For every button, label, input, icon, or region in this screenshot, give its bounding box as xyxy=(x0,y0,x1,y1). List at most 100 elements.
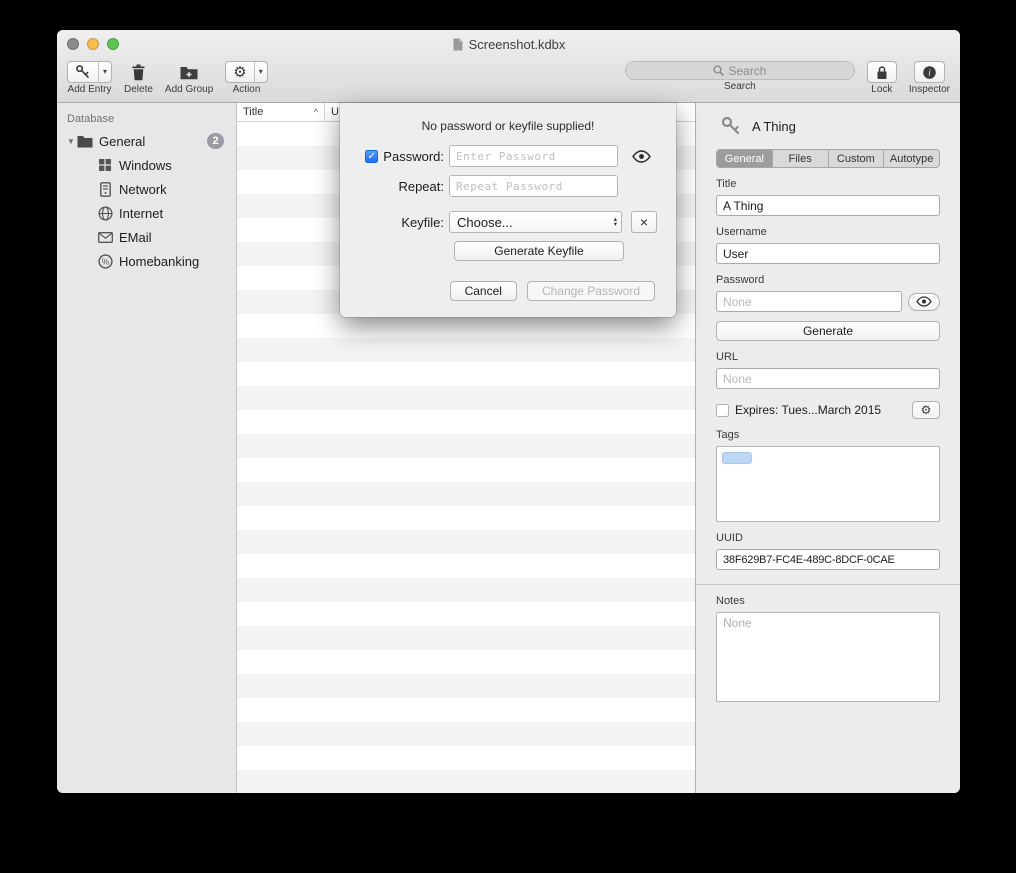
clear-keyfile-button[interactable]: × xyxy=(631,211,657,233)
close-button[interactable] xyxy=(67,38,79,50)
lock-button[interactable] xyxy=(867,61,897,83)
add-group-label: Add Group xyxy=(165,84,213,95)
tag-chip[interactable] xyxy=(722,452,752,464)
password-checkbox[interactable]: ✓ xyxy=(365,150,378,163)
globe-icon xyxy=(97,205,113,221)
add-entry-dropdown[interactable]: ▾ xyxy=(98,62,111,82)
title-field-label: Title xyxy=(716,178,940,190)
tab-files[interactable]: Files xyxy=(773,150,829,167)
uuid-field-label: UUID xyxy=(716,532,940,544)
folder-icon xyxy=(77,133,93,149)
delete-button[interactable] xyxy=(127,61,150,83)
sidebar-item-general[interactable]: ▼ General 2 xyxy=(57,129,236,153)
close-x-icon: × xyxy=(640,215,648,229)
username-input[interactable] xyxy=(716,243,940,264)
sidebar-item-email[interactable]: EMail xyxy=(57,225,236,249)
action-dropdown[interactable]: ▾ xyxy=(254,62,267,82)
toolbar: ▾ Add Entry Delete xyxy=(57,58,960,102)
add-group-button[interactable] xyxy=(176,61,202,83)
expires-label: Expires: Tues...March 2015 xyxy=(735,403,881,417)
gear-icon: ⚙ xyxy=(226,62,253,82)
traffic-lights xyxy=(67,38,119,50)
username-field-label: Username xyxy=(716,226,940,238)
eye-icon xyxy=(632,150,651,163)
folder-plus-icon xyxy=(180,65,198,80)
minimize-button[interactable] xyxy=(87,38,99,50)
action-button[interactable]: ⚙ ▾ xyxy=(225,61,267,83)
tab-general[interactable]: General xyxy=(717,150,773,167)
repeat-label: Repeat: xyxy=(398,179,444,194)
search-field: Search xyxy=(625,61,855,80)
password-field-label: Password xyxy=(716,274,940,286)
stepper-icon: ▴ ▾ xyxy=(614,217,617,227)
keyfile-select[interactable]: Choose... ▴ ▾ xyxy=(449,211,622,233)
sort-ascending-icon: ^ xyxy=(314,107,318,117)
inspector-label: Inspector xyxy=(909,84,950,95)
password-dialog-row: ✓ Password: xyxy=(340,145,676,167)
envelope-icon xyxy=(97,229,113,245)
sidebar-item-label: Network xyxy=(119,182,167,197)
sidebar-item-network[interactable]: Network xyxy=(57,177,236,201)
add-entry-button[interactable]: ▾ xyxy=(67,61,112,83)
repeat-password-input[interactable] xyxy=(449,175,618,197)
tab-custom[interactable]: Custom xyxy=(829,150,885,167)
gear-icon: ⚙ xyxy=(921,404,932,416)
cancel-button[interactable]: Cancel xyxy=(450,281,517,301)
url-input[interactable] xyxy=(716,368,940,389)
add-entry-label: Add Entry xyxy=(68,84,112,95)
trash-icon xyxy=(131,64,146,81)
inspector-button[interactable]: i xyxy=(914,61,945,83)
expires-settings-button[interactable]: ⚙ xyxy=(912,401,940,419)
server-icon xyxy=(97,181,113,197)
inspector-tool: i Inspector xyxy=(909,61,950,95)
check-icon: ✓ xyxy=(368,151,376,162)
zoom-button[interactable] xyxy=(107,38,119,50)
keyfile-label: Keyfile: xyxy=(401,215,444,230)
tags-box[interactable] xyxy=(716,446,940,522)
key-icon xyxy=(68,62,98,82)
delete-label: Delete xyxy=(124,84,153,95)
sidebar-item-windows[interactable]: Windows xyxy=(57,153,236,177)
sidebar-item-label: EMail xyxy=(119,230,152,245)
expires-checkbox[interactable] xyxy=(716,404,729,417)
keyfile-dialog-row: Keyfile: Choose... ▴ ▾ × xyxy=(340,211,676,233)
add-group-tool: Add Group xyxy=(165,61,213,95)
password-label: Password: xyxy=(383,149,444,164)
generate-keyfile-button[interactable]: Generate Keyfile xyxy=(454,241,624,261)
generate-keyfile-row: Generate Keyfile xyxy=(340,241,676,261)
sidebar-header: Database xyxy=(57,109,236,129)
enter-password-input[interactable] xyxy=(449,145,618,167)
disclosure-triangle-icon[interactable]: ▼ xyxy=(65,137,77,146)
eye-icon xyxy=(916,296,932,307)
password-row xyxy=(716,291,940,312)
notes-textarea[interactable] xyxy=(716,612,940,702)
reveal-password-button[interactable] xyxy=(908,293,940,311)
titlebar[interactable]: Screenshot.kdbx xyxy=(57,30,960,58)
entry-title: A Thing xyxy=(752,119,796,134)
tags-field-label: Tags xyxy=(716,429,940,441)
password-input[interactable] xyxy=(716,291,902,312)
info-icon: i xyxy=(915,62,944,82)
column-header-title[interactable]: Title ^ xyxy=(237,103,325,121)
inspector-divider xyxy=(696,584,960,585)
change-password-button[interactable]: Change Password xyxy=(527,281,655,301)
sidebar-item-homebanking[interactable]: % Homebanking xyxy=(57,249,236,273)
generate-password-button[interactable]: Generate xyxy=(716,321,940,341)
title-input[interactable] xyxy=(716,195,940,216)
sidebar-item-internet[interactable]: Internet xyxy=(57,201,236,225)
main-content: Database ▼ General 2 Windows Networ xyxy=(57,103,960,793)
uuid-input[interactable] xyxy=(716,549,940,570)
dialog-message: No password or keyfile supplied! xyxy=(340,119,676,133)
search-label: Search xyxy=(724,81,756,92)
sidebar: Database ▼ General 2 Windows Networ xyxy=(57,103,237,793)
tab-autotype[interactable]: Autotype xyxy=(884,150,939,167)
inspector-panel: A Thing General Files Custom Autotype Ti… xyxy=(695,103,960,793)
window-chrome: Screenshot.kdbx ▾ Add Entry xyxy=(57,30,960,103)
reveal-password-button[interactable] xyxy=(628,146,654,166)
search-input[interactable] xyxy=(626,62,854,79)
search-tool: Search Search xyxy=(625,61,855,92)
window-title-text: Screenshot.kdbx xyxy=(469,37,566,52)
entry-count-badge: 2 xyxy=(207,133,224,149)
sidebar-item-label: General xyxy=(99,134,145,149)
chevron-down-icon: ▾ xyxy=(259,68,263,76)
